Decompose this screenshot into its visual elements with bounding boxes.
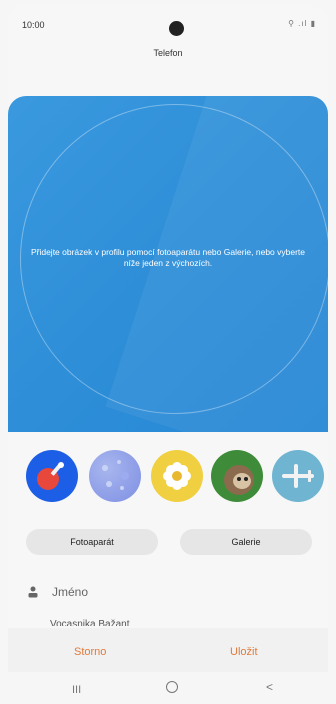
recent-apps-icon[interactable]: III bbox=[72, 684, 81, 696]
sloth-avatar-icon bbox=[224, 465, 254, 495]
avatar-flower[interactable] bbox=[151, 450, 203, 502]
profile-picture-area[interactable]: Přidejte obrázek v profilu pomocí fotoap… bbox=[8, 96, 328, 432]
avatar-bubbles[interactable] bbox=[89, 450, 141, 502]
airplane-avatar-icon bbox=[282, 464, 314, 488]
name-field-placeholder: Jméno bbox=[52, 585, 89, 599]
hero-instructions: Přidejte obrázek v profilu pomocí fotoap… bbox=[30, 247, 306, 269]
cancel-button[interactable]: Storno bbox=[74, 646, 106, 658]
back-icon[interactable]: < bbox=[266, 680, 273, 694]
status-time: 10:00 bbox=[22, 20, 45, 30]
flower-avatar-icon bbox=[163, 462, 191, 490]
avatar-sloth[interactable] bbox=[211, 450, 263, 502]
save-button[interactable]: Uložit bbox=[230, 646, 258, 658]
phone-screen: 10:00 ⚲ .ıl ▮ Telefon Přidejte obrázek v… bbox=[8, 4, 328, 700]
gallery-button[interactable]: Galerie bbox=[180, 529, 312, 555]
status-bar: 10:00 ⚲ .ıl ▮ bbox=[8, 4, 328, 40]
partially-hidden-field: Vocasnika Bažant bbox=[50, 619, 130, 626]
person-icon bbox=[28, 586, 38, 598]
avatar-airplane[interactable] bbox=[272, 450, 324, 502]
default-avatars bbox=[8, 450, 328, 510]
home-icon[interactable] bbox=[166, 681, 178, 693]
page-title: Telefon bbox=[153, 48, 183, 58]
bubbles-avatar-icon bbox=[102, 460, 129, 490]
camera-button[interactable]: Fotoaparát bbox=[26, 529, 158, 555]
ping-pong-paddle-icon bbox=[37, 462, 64, 490]
avatar-ping-pong[interactable] bbox=[26, 450, 78, 502]
front-camera-icon bbox=[169, 21, 184, 36]
name-field[interactable]: Jméno bbox=[22, 582, 312, 602]
system-status-icons: ⚲ .ıl ▮ bbox=[288, 19, 316, 28]
action-bar bbox=[8, 628, 328, 672]
